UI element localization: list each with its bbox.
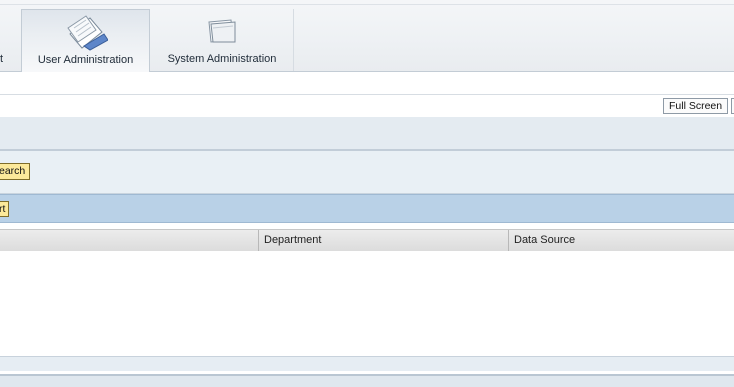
results-table-body — [0, 251, 734, 356]
toolbar-strip: Full Screen — [0, 94, 734, 118]
top-navigation: t User Administration System Administrat… — [0, 0, 734, 72]
column-header-data-source[interactable]: Data Source — [508, 230, 734, 251]
results-toolbar — [0, 194, 734, 223]
folder-icon — [205, 11, 239, 49]
top-divider — [0, 4, 734, 5]
tab-system-administration-label: System Administration — [167, 53, 277, 65]
table-footer — [0, 356, 734, 371]
tab-previous-label: t — [0, 53, 4, 65]
column-header-department[interactable]: Department — [258, 230, 508, 251]
tab-system-administration[interactable]: System Administration — [151, 9, 294, 71]
search-button[interactable]: earch — [0, 163, 31, 180]
results-table-header: Department Data Source — [0, 229, 734, 252]
search-panel — [0, 151, 734, 194]
papers-icon — [64, 12, 109, 55]
section-header-band — [0, 117, 734, 151]
tab-previous[interactable]: t — [0, 9, 20, 71]
tab-user-administration[interactable]: User Administration — [21, 9, 150, 72]
export-button[interactable]: rt — [0, 201, 10, 217]
full-screen-button[interactable]: Full Screen — [663, 98, 729, 114]
tab-user-administration-label: User Administration — [37, 54, 134, 66]
column-header-name[interactable] — [0, 230, 258, 251]
bottom-band — [0, 374, 734, 387]
